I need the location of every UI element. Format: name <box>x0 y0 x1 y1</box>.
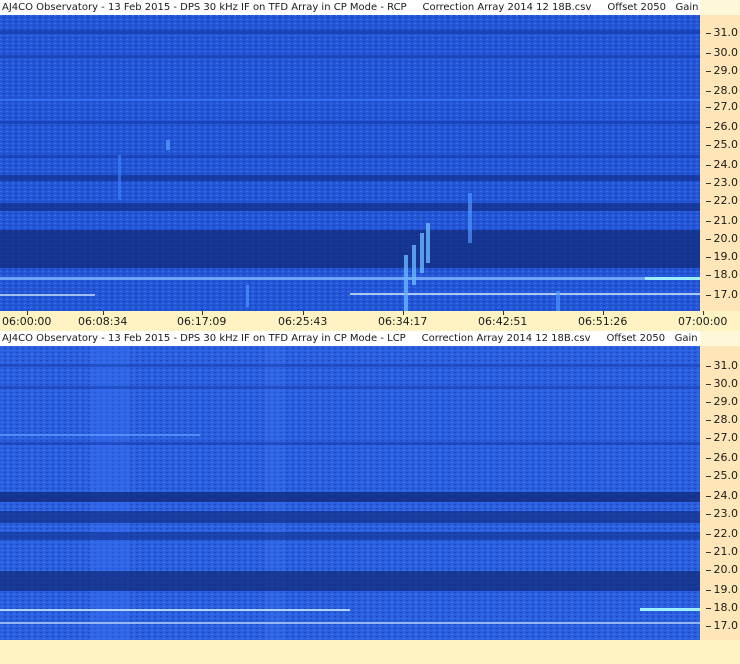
time-tick: 06:08:34 <box>78 311 128 328</box>
freq-tick: 27.0 <box>705 431 738 444</box>
freq-tick: 28.0 <box>705 413 738 426</box>
time-tick: 06:34:17 <box>378 311 428 328</box>
freq-tick: 26.0 <box>705 451 738 464</box>
panel-title-rcp: AJ4CO Observatory - 13 Feb 2015 - DPS 30… <box>0 0 700 15</box>
freq-tick: 29.0 <box>705 64 738 77</box>
time-tick: 06:00:00 <box>2 311 52 328</box>
freq-tick: 19.0 <box>705 250 738 263</box>
freq-tick: 30.0 <box>705 377 738 390</box>
panel-title-lcp: AJ4CO Observatory - 13 Feb 2015 - DPS 30… <box>0 331 700 346</box>
time-axis: 06:00:00 06:08:34 06:17:09 06:25:43 06:3… <box>0 311 740 331</box>
freq-tick: 17.0 <box>705 288 738 301</box>
freq-tick: 23.0 <box>705 507 738 520</box>
freq-tick: 24.0 <box>705 158 738 171</box>
freq-tick: 18.0 <box>705 601 738 614</box>
freq-tick: 21.0 <box>705 545 738 558</box>
freq-tick: 20.0 <box>705 232 738 245</box>
bottom-strip <box>0 640 740 664</box>
freq-tick: 23.0 <box>705 176 738 189</box>
frequency-axis-rcp: 31.0 30.0 29.0 28.0 27.0 26.0 25.0 24.0 … <box>700 15 740 311</box>
freq-tick: 22.0 <box>705 527 738 540</box>
time-tick: 07:00:00 <box>678 311 728 328</box>
time-tick: 06:17:09 <box>177 311 227 328</box>
freq-tick: 17.0 <box>705 619 738 632</box>
freq-tick: 22.0 <box>705 194 738 207</box>
spectrogram-rcp[interactable] <box>0 15 700 311</box>
freq-tick: 31.0 <box>705 26 738 39</box>
freq-tick: 28.0 <box>705 84 738 97</box>
time-tick: 06:51:26 <box>578 311 628 328</box>
freq-tick: 31.0 <box>705 359 738 372</box>
freq-tick: 29.0 <box>705 395 738 408</box>
freq-tick: 21.0 <box>705 214 738 227</box>
freq-tick: 25.0 <box>705 138 738 151</box>
freq-tick: 26.0 <box>705 120 738 133</box>
freq-tick: 19.0 <box>705 583 738 596</box>
freq-tick: 30.0 <box>705 46 738 59</box>
spectrogram-lcp[interactable] <box>0 346 700 640</box>
time-tick: 06:42:51 <box>478 311 528 328</box>
freq-tick: 27.0 <box>705 100 738 113</box>
time-tick: 06:25:43 <box>278 311 328 328</box>
freq-tick: 20.0 <box>705 563 738 576</box>
freq-tick: 25.0 <box>705 469 738 482</box>
frequency-axis-lcp: 31.0 30.0 29.0 28.0 27.0 26.0 25.0 24.0 … <box>700 346 740 640</box>
freq-tick: 18.0 <box>705 268 738 281</box>
freq-tick: 24.0 <box>705 489 738 502</box>
